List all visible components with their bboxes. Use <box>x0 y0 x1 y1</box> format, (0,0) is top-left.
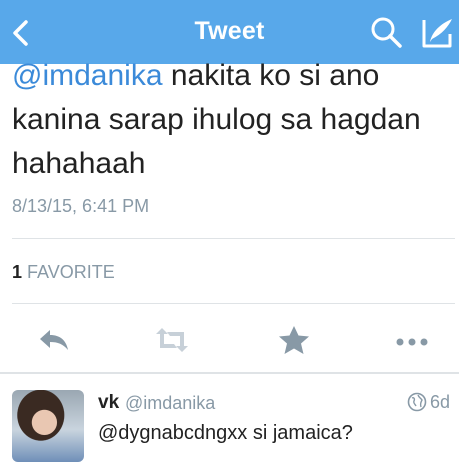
favorite-count: 1 <box>12 262 23 282</box>
globe-icon <box>407 392 427 412</box>
tweet-actions-bar <box>0 316 459 366</box>
tweet-body: @imdanika nakita ko si ano kanina sarap … <box>12 54 452 186</box>
retweet-button[interactable] <box>152 324 192 356</box>
search-button[interactable] <box>368 14 404 50</box>
compose-feather-icon <box>422 19 452 48</box>
search-icon <box>371 17 402 48</box>
divider <box>0 372 459 374</box>
reply-text: @dygnabcdngxx si jamaica? <box>98 422 353 444</box>
divider <box>12 238 455 239</box>
star-icon <box>279 326 309 354</box>
tweet-mention-link[interactable]: @imdanika <box>12 59 163 92</box>
reply-tweet[interactable]: vk @imdanika 6d @dygnabcdngxx si jamaica… <box>0 378 459 471</box>
avatar[interactable] <box>12 390 84 462</box>
divider <box>12 303 455 304</box>
reply-button[interactable] <box>34 324 74 356</box>
reply-arrow-icon <box>40 330 68 350</box>
favorite-label: FAVORITE <box>27 262 115 282</box>
more-dots-icon <box>396 338 428 346</box>
reply-author-name[interactable]: vk <box>98 392 119 414</box>
favorites-count-row[interactable]: 1 FAVORITE <box>12 262 115 283</box>
more-options-button[interactable] <box>392 324 432 356</box>
compose-tweet-button[interactable] <box>418 14 456 52</box>
favorite-button[interactable] <box>274 324 314 356</box>
tweet-timestamp: 8/13/15, 6:41 PM <box>12 196 150 216</box>
retweet-icon <box>156 328 188 352</box>
reply-age: 6d <box>430 392 451 412</box>
reply-author-handle[interactable]: @imdanika <box>125 393 215 414</box>
